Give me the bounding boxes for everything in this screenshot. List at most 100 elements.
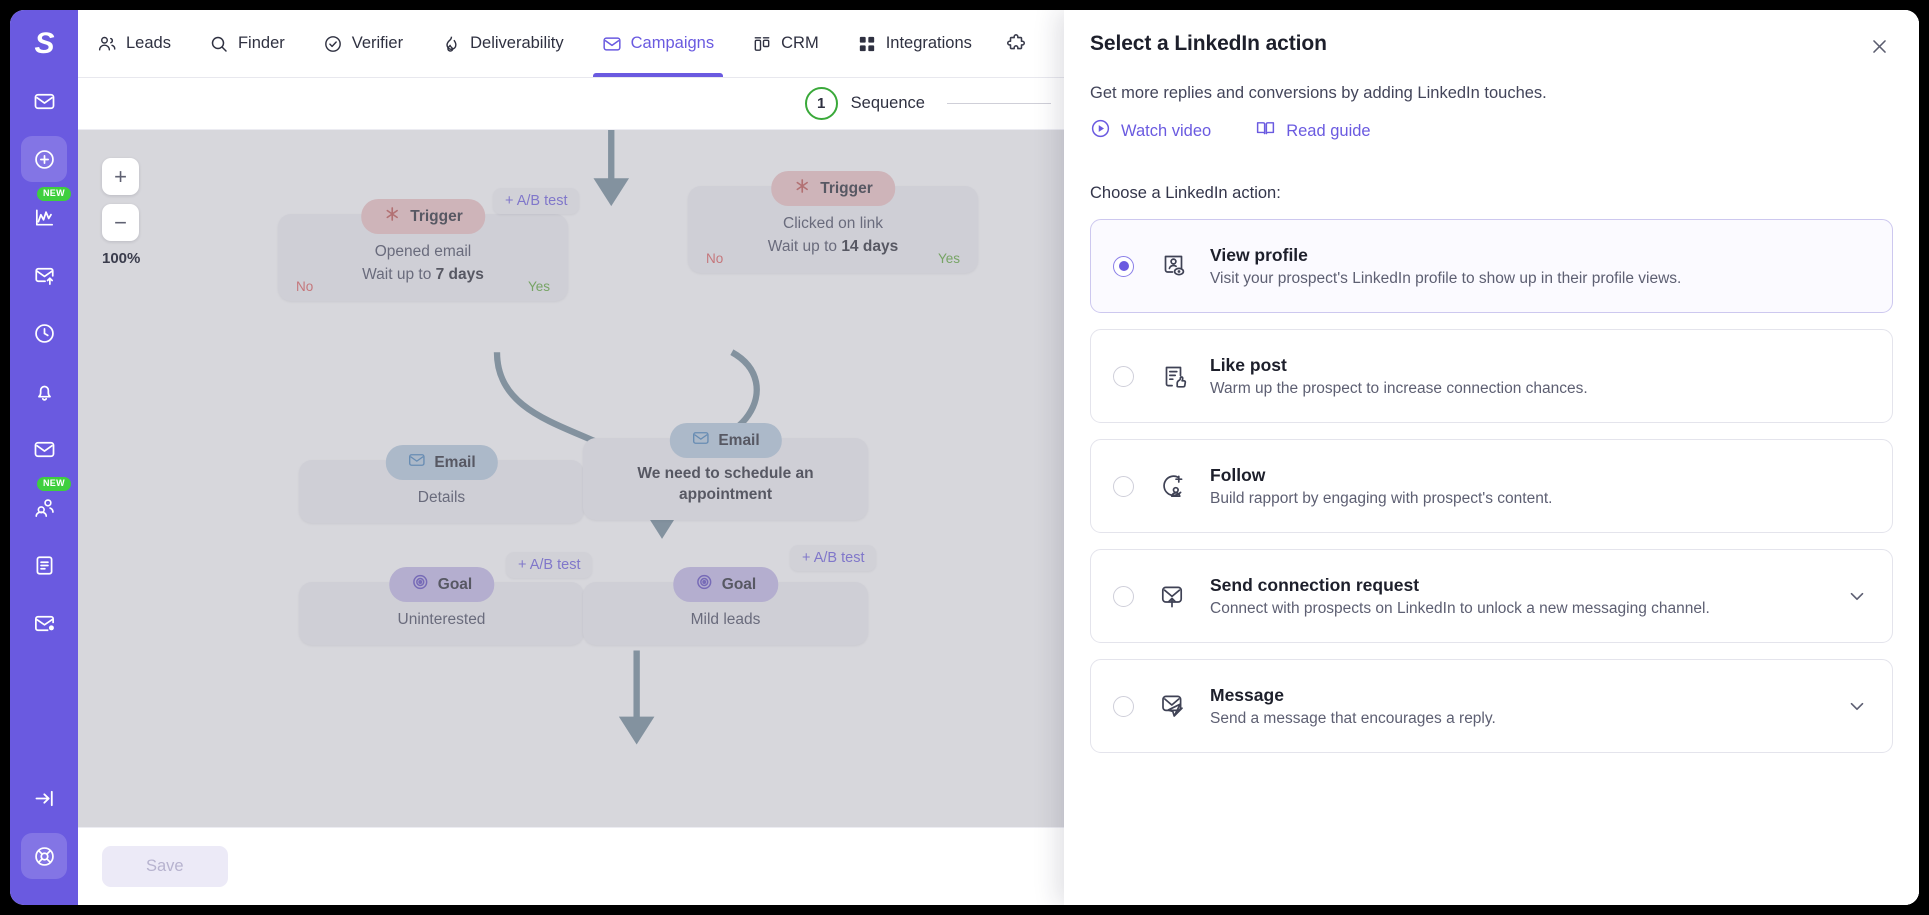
envelope-icon <box>602 34 622 54</box>
asterisk-icon <box>793 177 811 200</box>
flow-node-goal-mild[interactable]: Goal Mild leads <box>583 567 868 646</box>
action-radio[interactable] <box>1113 585 1134 607</box>
connection-request-icon <box>1156 580 1188 612</box>
envelope-up-icon <box>33 264 56 287</box>
sidebar-item-2[interactable]: NEW <box>21 187 71 240</box>
panel-title: Select a LinkedIn action <box>1090 32 1327 55</box>
stepper-step-sequence[interactable]: 1 Sequence <box>804 87 925 120</box>
plus-circle-icon <box>33 148 56 171</box>
flow-node-trigger-clicked[interactable]: Trigger Clicked on link Wait up to 14 da… <box>688 171 978 273</box>
play-circle-icon <box>1090 118 1111 144</box>
envelope-icon <box>33 438 56 461</box>
add-ab-test-button[interactable]: + A/B test <box>790 545 877 571</box>
sidebar-item-3[interactable] <box>21 252 67 298</box>
node-line-1: Details <box>417 489 466 506</box>
node-line-1: Clicked on link <box>783 215 883 232</box>
nav-item-deliverability[interactable]: Deliverability <box>422 10 583 77</box>
action-radio[interactable] <box>1113 365 1134 387</box>
action-radio[interactable] <box>1113 695 1134 717</box>
nav-item-integrations[interactable]: Integrations <box>838 10 991 77</box>
nav-item-campaigns[interactable]: Campaigns <box>583 10 733 77</box>
flow-node-email-details[interactable]: Email Details <box>299 445 584 524</box>
flow-node-email-appointment[interactable]: Email We need to schedule an appointment <box>583 423 868 520</box>
linkedin-message-icon <box>1156 690 1188 722</box>
node-line-1: Uninterested <box>397 611 486 628</box>
sidebar-item-8[interactable] <box>21 542 67 588</box>
action-text: Message Send a message that encourages a … <box>1210 685 1824 728</box>
nav-item-finder[interactable]: Finder <box>190 10 304 77</box>
watch-video-link[interactable]: Watch video <box>1090 118 1211 144</box>
sidebar-item-4[interactable] <box>21 310 67 356</box>
close-icon[interactable] <box>1865 32 1893 60</box>
flow-node-trigger-opened[interactable]: Trigger Opened email Wait up to 7 days N… <box>278 199 568 301</box>
action-option-view-profile[interactable]: View profile Visit your prospect's Linked… <box>1090 219 1893 313</box>
flame-icon <box>441 34 461 54</box>
chevron-down-icon[interactable] <box>1846 695 1868 717</box>
action-title: Like post <box>1210 354 1287 375</box>
sidebar-new-badge: NEW <box>37 477 71 492</box>
action-option-send-connection-request[interactable]: Send connection request Connect with pros… <box>1090 549 1893 643</box>
action-option-message[interactable]: Message Send a message that encourages a … <box>1090 659 1893 753</box>
action-radio[interactable] <box>1113 475 1134 497</box>
chevron-down-icon[interactable] <box>1846 585 1868 607</box>
nav-item-crm[interactable]: CRM <box>733 10 838 77</box>
profile-view-icon <box>1156 250 1188 282</box>
nav-item-leads[interactable]: Leads <box>78 10 190 77</box>
zoom-in-button[interactable]: + <box>102 158 139 195</box>
nav-item-verifier[interactable]: Verifier <box>304 10 422 77</box>
like-post-icon <box>1156 360 1188 392</box>
document-icon <box>33 554 56 577</box>
follow-icon <box>1156 470 1188 502</box>
puzzle-icon[interactable] <box>991 10 1041 77</box>
zoom-level-label: 100% <box>102 250 141 267</box>
action-option-like-post[interactable]: Like post Warm up the prospect to increas… <box>1090 329 1893 423</box>
stepper-label: Sequence <box>850 94 925 112</box>
add-ab-test-button[interactable]: + A/B test <box>506 552 593 578</box>
connection-request-icon <box>1156 580 1188 612</box>
action-description: Connect with prospects on LinkedIn to un… <box>1210 599 1710 617</box>
action-text: Like post Warm up the prospect to increas… <box>1210 355 1868 398</box>
branch-label-yes: Yes <box>937 250 960 266</box>
zoom-controls: + − 100% <box>102 158 158 267</box>
node-line-1: Opened email <box>374 243 472 260</box>
add-ab-test-button[interactable]: + A/B test <box>493 188 580 214</box>
read-guide-link[interactable]: Read guide <box>1255 118 1371 144</box>
choose-action-label: Choose a LinkedIn action: <box>1090 184 1281 202</box>
panel-subtitle: Get more replies and conversions by addi… <box>1090 84 1547 102</box>
chevron-down-icon <box>1846 695 1868 717</box>
nav-item-label: Finder <box>237 34 285 52</box>
read-guide-label: Read guide <box>1286 121 1371 140</box>
action-radio[interactable] <box>1113 255 1134 277</box>
sidebar-bottom-item-1[interactable] <box>21 833 67 879</box>
sidebar-item-7[interactable]: NEW <box>21 477 71 530</box>
action-title: View profile <box>1210 244 1308 265</box>
like-post-icon <box>1156 360 1188 392</box>
sidebar-item-1[interactable] <box>21 136 67 182</box>
target-icon <box>695 573 713 596</box>
sidebar-item-5[interactable] <box>21 368 67 414</box>
follow-icon <box>1156 470 1188 502</box>
asterisk-icon <box>383 205 401 228</box>
sidebar-item-9[interactable] <box>21 600 67 646</box>
action-description: Visit your prospect's LinkedIn profile t… <box>1210 269 1682 287</box>
nav-item-label: Integrations <box>885 34 972 52</box>
app-logo[interactable]: S <box>10 10 78 78</box>
zoom-out-button[interactable]: − <box>102 204 139 241</box>
node-chip-goal: Goal <box>672 567 779 602</box>
target-icon <box>411 573 429 596</box>
sidebar-item-0[interactable] <box>21 78 67 124</box>
action-title: Send connection request <box>1210 574 1420 595</box>
node-chip-trigger: Trigger <box>771 171 895 206</box>
envelope-dot-icon <box>33 612 56 635</box>
linkedin-message-icon <box>1156 690 1188 722</box>
sidebar-item-6[interactable] <box>21 426 67 472</box>
sidebar-bottom-item-0[interactable] <box>21 775 67 821</box>
node-chip-email: Email <box>669 423 782 458</box>
app-window: S NEW NEW Leads Finder Verifier Deliverabili… <box>10 10 1919 905</box>
action-description: Send a message that encourages a reply. <box>1210 709 1496 727</box>
flow-node-goal-uninterested[interactable]: Goal Uninterested <box>299 567 584 646</box>
clock-icon <box>33 322 56 345</box>
action-option-follow[interactable]: Follow Build rapport by engaging with pro… <box>1090 439 1893 533</box>
nav-item-label: Deliverability <box>470 34 564 52</box>
save-button[interactable]: Save <box>102 846 228 887</box>
